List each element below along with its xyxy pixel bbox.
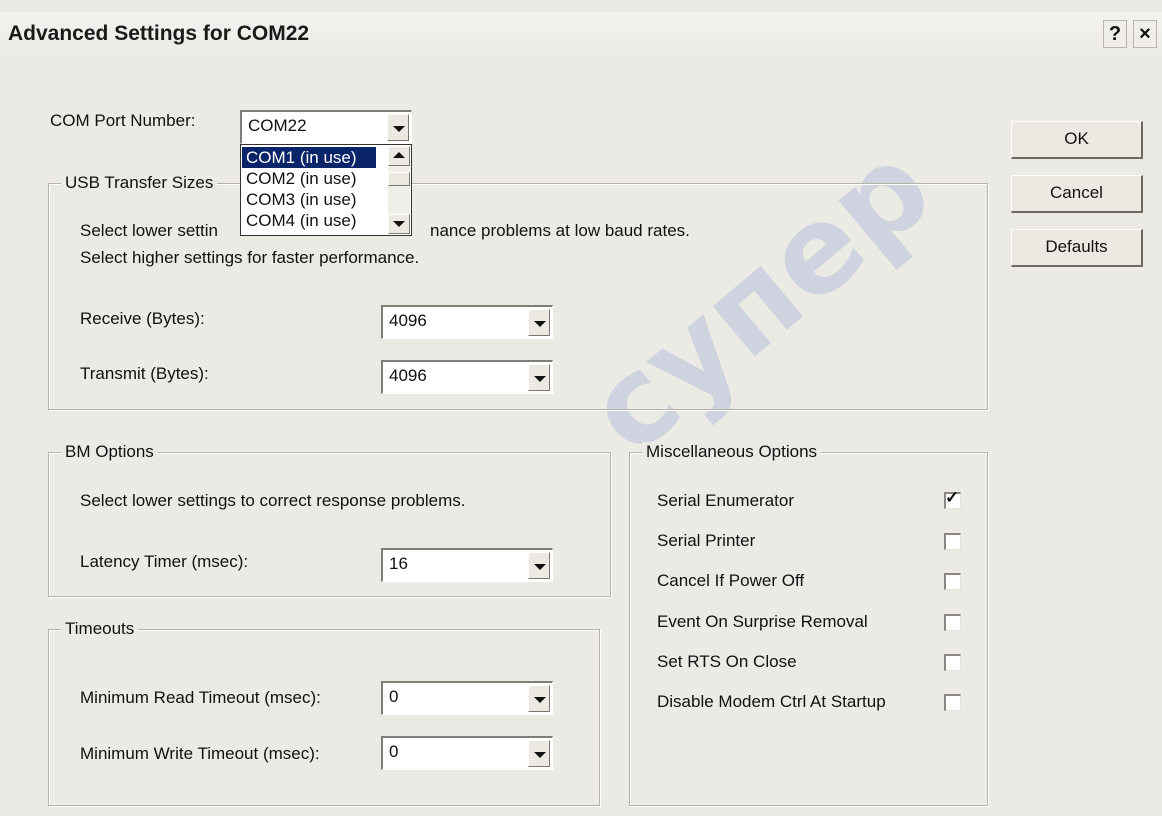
- chevron-down-icon: [393, 126, 405, 132]
- serial-enumerator-checkbox[interactable]: ✓: [944, 488, 961, 509]
- receive-value: 4096: [389, 311, 427, 330]
- help-button[interactable]: ?: [1103, 20, 1127, 48]
- min-write-dropdown-button[interactable]: [528, 740, 550, 767]
- receive-dropdown-button[interactable]: [528, 309, 550, 336]
- com-port-value: COM22: [248, 116, 307, 135]
- dropdown-option[interactable]: COM3 (in use): [242, 189, 376, 210]
- latency-dropdown-button[interactable]: [528, 552, 550, 579]
- dropdown-option[interactable]: COM4 (in use): [242, 210, 376, 231]
- advanced-settings-dialog: супер Advanced Settings for COM22 ? × CO…: [0, 0, 1162, 816]
- receive-select[interactable]: 4096: [381, 305, 553, 339]
- com-port-label: COM Port Number:: [50, 111, 196, 130]
- ok-button[interactable]: OK: [1011, 121, 1143, 159]
- min-read-label: Minimum Read Timeout (msec):: [80, 688, 321, 707]
- disable-modem-ctrl-checkbox[interactable]: [944, 694, 961, 711]
- scroll-up-button[interactable]: [388, 146, 410, 166]
- min-write-select[interactable]: 0: [381, 736, 553, 770]
- chevron-down-icon: [534, 564, 546, 570]
- min-write-label: Minimum Write Timeout (msec):: [80, 744, 320, 763]
- min-read-select[interactable]: 0: [381, 681, 553, 715]
- timeouts-group: Timeouts: [48, 619, 600, 806]
- chevron-up-icon: [393, 152, 405, 158]
- window-title: Advanced Settings for COM22: [8, 22, 310, 45]
- misc-option-label: Serial Enumerator: [657, 491, 795, 510]
- set-rts-on-close-checkbox[interactable]: [944, 654, 961, 671]
- usb-desc-line1-end: nance problems at low baud rates.: [430, 221, 690, 240]
- cancel-button[interactable]: Cancel: [1011, 175, 1143, 213]
- chevron-down-icon: [534, 752, 546, 758]
- usb-desc-line2: Select higher settings for faster perfor…: [80, 248, 420, 267]
- misc-option-label: Set RTS On Close: [657, 652, 797, 671]
- com-port-dropdown-button[interactable]: [387, 114, 409, 141]
- misc-group-title: Miscellaneous Options: [642, 442, 822, 462]
- latency-label: Latency Timer (msec):: [80, 552, 249, 571]
- com-port-select[interactable]: COM22: [240, 110, 412, 144]
- cancel-label: Cancel: [1050, 183, 1103, 202]
- misc-option-label: Event On Surprise Removal: [657, 612, 868, 631]
- close-button[interactable]: ×: [1133, 20, 1157, 48]
- min-read-dropdown-button[interactable]: [528, 685, 550, 712]
- min-write-value: 0: [389, 742, 399, 761]
- misc-option-label: Disable Modem Ctrl At Startup: [657, 692, 886, 711]
- scroll-thumb[interactable]: [388, 172, 410, 186]
- latency-value: 16: [389, 554, 408, 573]
- bm-group-title: BM Options: [61, 442, 158, 462]
- latency-select[interactable]: 16: [381, 548, 553, 582]
- misc-option-label: Cancel If Power Off: [657, 571, 805, 590]
- transmit-select[interactable]: 4096: [381, 360, 553, 394]
- receive-label: Receive (Bytes):: [80, 309, 205, 328]
- defaults-button[interactable]: Defaults: [1011, 229, 1143, 267]
- dropdown-scrollbar[interactable]: [388, 146, 410, 234]
- chevron-down-icon: [534, 321, 546, 327]
- chevron-down-icon: [534, 376, 546, 382]
- defaults-label: Defaults: [1045, 237, 1108, 256]
- com-port-dropdown-list[interactable]: COM1 (in use) COM2 (in use) COM3 (in use…: [240, 144, 412, 236]
- checkmark-icon: ✓: [945, 488, 960, 507]
- min-read-value: 0: [389, 687, 399, 706]
- usb-group-title: USB Transfer Sizes: [61, 173, 218, 193]
- dropdown-option[interactable]: COM1 (in use): [242, 147, 376, 168]
- usb-desc-line1-start: Select lower settin: [80, 221, 218, 240]
- ok-label: OK: [1064, 129, 1089, 148]
- transmit-dropdown-button[interactable]: [528, 364, 550, 391]
- misc-option-label: Serial Printer: [657, 531, 756, 550]
- transmit-label: Transmit (Bytes):: [80, 364, 209, 383]
- title-bar: Advanced Settings for COM22 ? ×: [0, 12, 1162, 70]
- chevron-down-icon: [393, 221, 405, 227]
- cancel-if-power-off-checkbox[interactable]: [944, 573, 961, 590]
- dropdown-option[interactable]: COM2 (in use): [242, 168, 376, 189]
- serial-printer-checkbox[interactable]: [944, 533, 961, 550]
- chevron-down-icon: [534, 697, 546, 703]
- scroll-down-button[interactable]: [388, 214, 410, 234]
- transmit-value: 4096: [389, 366, 427, 385]
- event-on-surprise-removal-checkbox[interactable]: [944, 614, 961, 631]
- timeouts-group-title: Timeouts: [61, 619, 139, 639]
- bm-desc: Select lower settings to correct respons…: [80, 491, 466, 510]
